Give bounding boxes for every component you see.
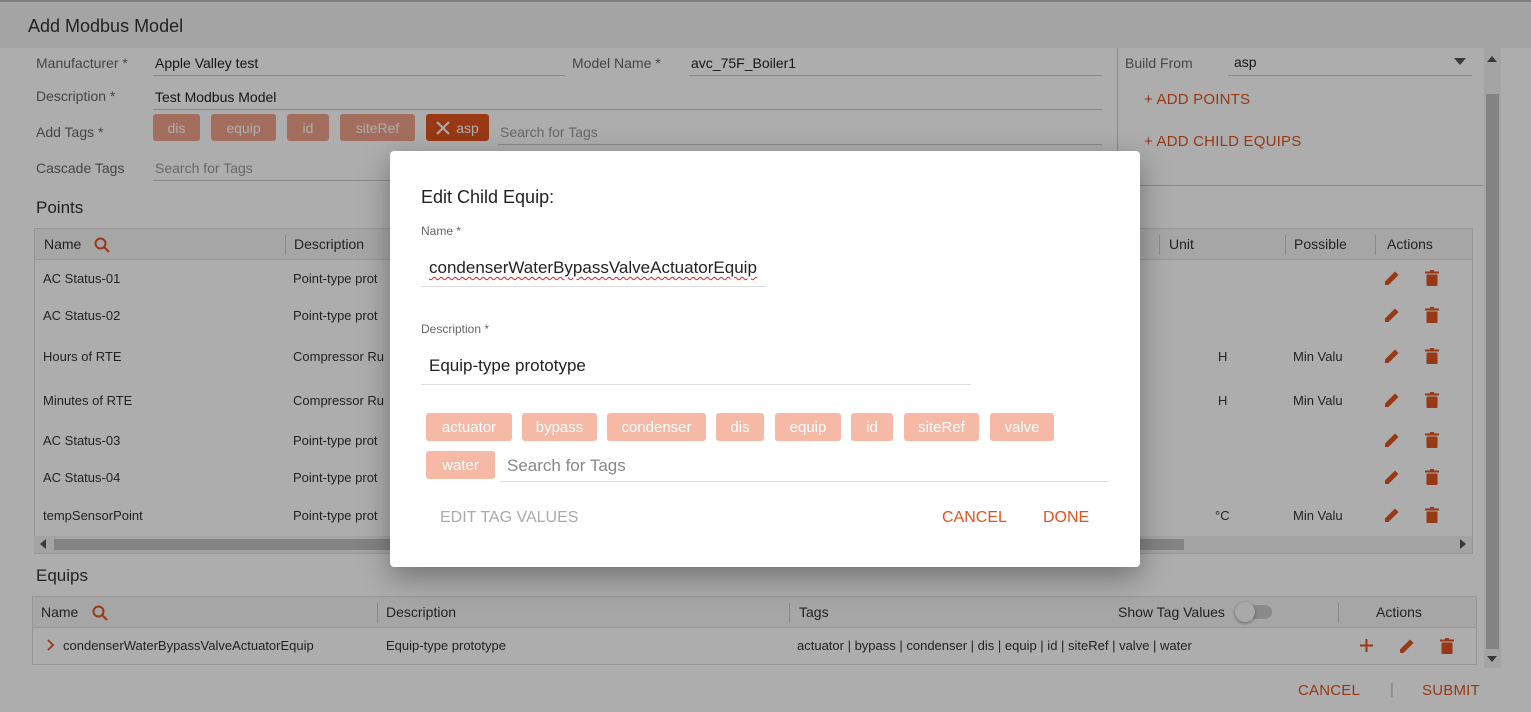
tag-chip[interactable]: water <box>426 451 495 479</box>
name-label: Name * <box>421 224 462 238</box>
done-button[interactable]: DONE <box>1043 509 1089 527</box>
tag-chip[interactable]: siteRef <box>904 413 979 441</box>
tags-search-input[interactable]: Search for Tags <box>500 454 1109 482</box>
name-input[interactable]: condenserWaterBypassValveActuatorEquip <box>421 258 766 287</box>
edit-child-equip-modal: Edit Child Equip: Name * condenserWaterB… <box>390 151 1140 567</box>
description-input[interactable]: Equip-type prototype <box>421 356 971 385</box>
description-label: Description * <box>421 322 490 336</box>
tag-chip[interactable]: id <box>851 413 893 441</box>
name-input-value: condenserWaterBypassValveActuatorEquip <box>429 258 757 277</box>
modal-cancel-button[interactable]: CANCEL <box>942 509 1007 527</box>
tag-chip[interactable]: actuator <box>426 413 512 441</box>
edit-tag-values-button[interactable]: EDIT TAG VALUES <box>440 509 578 527</box>
tag-chip[interactable]: condenser <box>607 413 706 441</box>
tag-chip[interactable]: bypass <box>522 413 597 441</box>
modal-title: Edit Child Equip: <box>421 187 555 207</box>
tag-chip[interactable]: dis <box>716 413 764 441</box>
tag-chip[interactable]: equip <box>775 413 841 441</box>
tag-chip[interactable]: valve <box>990 413 1054 441</box>
